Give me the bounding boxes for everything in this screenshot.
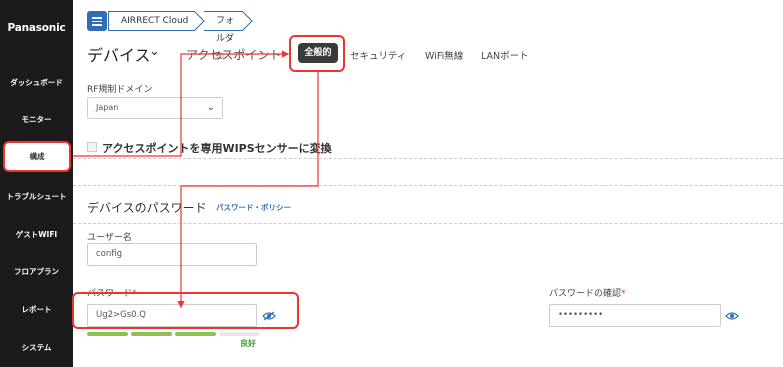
annotation-arrows xyxy=(73,50,319,309)
